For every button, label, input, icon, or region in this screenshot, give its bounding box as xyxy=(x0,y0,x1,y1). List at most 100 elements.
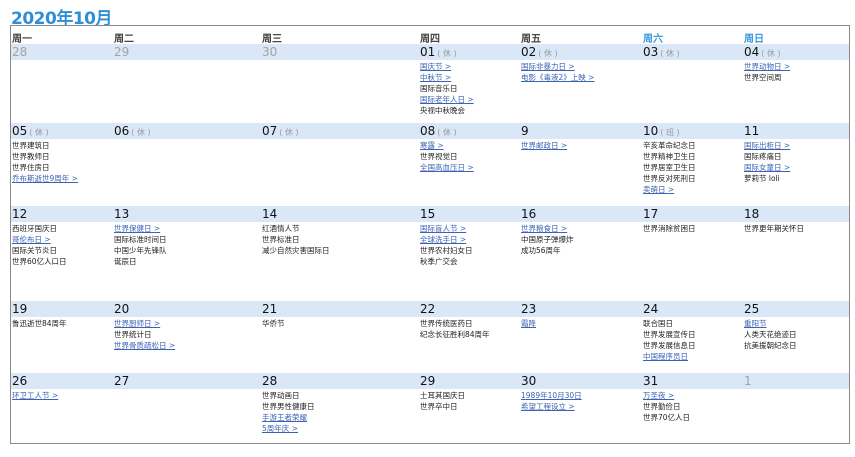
day-cell[interactable]: 13 世界保健日 > 国际标准时间日 中国少年先锋队 诞辰日 xyxy=(113,206,261,301)
day-number: 27 xyxy=(114,374,130,388)
day-cell[interactable]: 14 红酒情人节 世界标准日 减少自然灾害国际日 xyxy=(261,206,419,301)
day-cell[interactable]: 27 xyxy=(113,373,261,443)
event-link[interactable]: 1989年10月30日 xyxy=(521,390,642,401)
event-link[interactable]: 国际女童日 > xyxy=(744,162,849,173)
event-link[interactable]: 哥伦布日 > xyxy=(12,234,113,245)
event-link[interactable]: 霜降 xyxy=(521,318,642,329)
event-list: 华侨节 xyxy=(262,317,419,329)
day-cell[interactable]: 30 xyxy=(261,44,419,123)
day-cell[interactable]: 11 国际出柜日 > 国际疼痛日 国际女童日 > 萝莉节 loli xyxy=(743,123,849,206)
holiday-note: ( 休 ) xyxy=(29,128,49,137)
day-cell[interactable]: 12 西班牙国庆日 哥伦布日 > 国际关节炎日 世界60亿人口日 xyxy=(11,206,113,301)
event-link[interactable]: 卖萌日 > xyxy=(643,184,743,195)
day-cell[interactable]: 19 鲁迅逝世84周年 xyxy=(11,301,113,373)
event-list xyxy=(262,139,419,140)
day-number: 04 xyxy=(744,45,760,59)
event-text: 世界教师日 xyxy=(12,152,50,161)
event-link[interactable]: 国际老年人日 > xyxy=(420,94,520,105)
event-link[interactable]: 中秋节 > xyxy=(420,72,520,83)
day-cell[interactable]: 29 xyxy=(113,44,261,123)
event-link[interactable]: 手游王者荣耀 xyxy=(262,412,419,423)
day-header: 19 xyxy=(12,301,113,317)
day-header: 1 xyxy=(744,373,849,389)
event-text: 央视中秋晚会 xyxy=(420,106,465,115)
day-cell[interactable]: 26 环卫工人节 > xyxy=(11,373,113,443)
event-link[interactable]: 5周年庆 > xyxy=(262,423,419,434)
weekday-header: 周二 xyxy=(114,34,134,45)
day-cell[interactable]: 03( 休 ) xyxy=(642,44,743,123)
event-text: 世界建筑日 xyxy=(12,141,50,150)
day-header: 23 xyxy=(521,301,642,317)
event-list: 辛亥革命纪念日 世界精神卫生日 世界居室卫生日 世界反对死刑日 卖萌日 > xyxy=(643,139,743,195)
event-link[interactable]: 全国高血压日 > xyxy=(420,162,520,173)
event-link[interactable]: 世界动物日 > xyxy=(744,61,849,72)
day-number: 02 xyxy=(521,45,537,59)
day-cell[interactable]: 06( 休 ) xyxy=(113,123,261,206)
event-link[interactable]: 国际盲人节 > xyxy=(420,223,520,234)
day-cell[interactable]: 07( 休 ) xyxy=(261,123,419,206)
event-text: 萝莉节 loli xyxy=(744,174,780,183)
day-cell[interactable]: 08( 休 ) 寒露 > 世界视觉日 全国高血压日 > xyxy=(419,123,520,206)
event-link[interactable]: 国庆节 > xyxy=(420,61,520,72)
event-text: 世界卒中日 xyxy=(420,402,458,411)
event-link[interactable]: 寒露 > xyxy=(420,140,520,151)
event-link[interactable]: 世界邮政日 > xyxy=(521,140,642,151)
day-cell[interactable]: 23 霜降 xyxy=(520,301,642,373)
event-link[interactable]: 重阳节 xyxy=(744,318,849,329)
day-cell[interactable]: 16 世界粮食日 > 中国原子弹爆炸 成功56周年 xyxy=(520,206,642,301)
day-header: 06( 休 ) xyxy=(114,123,261,139)
day-cell[interactable]: 1 xyxy=(743,373,849,443)
event-text: 世界空间周 xyxy=(744,73,782,82)
weekday-header: 周三 xyxy=(262,34,282,45)
day-cell[interactable]: 31 万圣夜 > 世界勤俭日 世界70亿人日 xyxy=(642,373,743,443)
event-list: 世界厨师日 > 世界统计日 世界骨质疏松日 > xyxy=(114,317,261,351)
day-cell[interactable]: 02( 休 ) 国际非暴力日 > 电影《毒液2》上映 > xyxy=(520,44,642,123)
event-list: 世界粮食日 > 中国原子弹爆炸 成功56周年 xyxy=(521,222,642,256)
event-link[interactable]: 电影《毒液2》上映 > xyxy=(521,72,642,83)
day-cell[interactable]: 21 华侨节 xyxy=(261,301,419,373)
day-header: 01( 休 ) xyxy=(420,44,520,60)
event-text: 世界消除贫困日 xyxy=(643,224,696,233)
day-cell[interactable]: 17 世界消除贫困日 xyxy=(642,206,743,301)
day-cell[interactable]: 05( 休 ) 世界建筑日 世界教师日 世界住房日 乔布斯逝世9周年 > xyxy=(11,123,113,206)
event-text: 土耳其国庆日 xyxy=(420,391,465,400)
week-row: 26 环卫工人节 >27 28 世界动画日 世界男性健康日 手游王者荣耀 5周年庆 >29 土… xyxy=(11,373,849,443)
event-list: 世界建筑日 世界教师日 世界住房日 乔布斯逝世9周年 > xyxy=(12,139,113,184)
event-text: 世界动画日 xyxy=(262,391,300,400)
event-link[interactable]: 万圣夜 > xyxy=(643,390,743,401)
day-number: 13 xyxy=(114,207,130,221)
event-list: 世界更年期关怀日 xyxy=(744,222,849,234)
event-link[interactable]: 希望工程设立 > xyxy=(521,401,642,412)
week-row: 05( 休 ) 世界建筑日 世界教师日 世界住房日 乔布斯逝世9周年 >06( 休 ) 0… xyxy=(11,123,849,206)
event-list: 环卫工人节 > xyxy=(12,389,113,401)
event-link[interactable]: 国际非暴力日 > xyxy=(521,61,642,72)
day-cell[interactable]: 18 世界更年期关怀日 xyxy=(743,206,849,301)
day-number: 31 xyxy=(643,374,659,388)
event-link[interactable]: 国际出柜日 > xyxy=(744,140,849,151)
event-link[interactable]: 世界粮食日 > xyxy=(521,223,642,234)
event-link[interactable]: 中国程序员日 xyxy=(643,351,743,362)
event-text: 国际标准时间日 xyxy=(114,235,167,244)
day-cell[interactable]: 29 土耳其国庆日 世界卒中日 xyxy=(419,373,520,443)
day-cell[interactable]: 25 重阳节 人类天花绝迹日 抗美援朝纪念日 xyxy=(743,301,849,373)
day-number: 16 xyxy=(521,207,537,221)
day-number: 22 xyxy=(420,302,436,316)
event-link[interactable]: 乔布斯逝世9周年 > xyxy=(12,173,113,184)
day-cell[interactable]: 28 xyxy=(11,44,113,123)
day-cell[interactable]: 22 世界传统医药日 纪念长征胜利84周年 xyxy=(419,301,520,373)
day-cell[interactable]: 30 1989年10月30日 希望工程设立 > xyxy=(520,373,642,443)
day-cell[interactable]: 20 世界厨师日 > 世界统计日 世界骨质疏松日 > xyxy=(113,301,261,373)
day-cell[interactable]: 15 国际盲人节 > 全球洗手日 > 世界农村妇女日 秋季广交会 xyxy=(419,206,520,301)
event-link[interactable]: 世界厨师日 > xyxy=(114,318,261,329)
day-cell[interactable]: 10( 班 ) 辛亥革命纪念日 世界精神卫生日 世界居室卫生日 世界反对死刑日 卖萌日 > xyxy=(642,123,743,206)
event-link[interactable]: 世界保健日 > xyxy=(114,223,261,234)
day-header: 10( 班 ) xyxy=(643,123,743,139)
event-link[interactable]: 全球洗手日 > xyxy=(420,234,520,245)
day-cell[interactable]: 24 联合国日 世界发展宣传日 世界发展信息日 中国程序员日 xyxy=(642,301,743,373)
day-cell[interactable]: 01( 休 ) 国庆节 > 中秋节 > 国际音乐日 国际老年人日 > 央视中秋晚会 xyxy=(419,44,520,123)
day-cell[interactable]: 04( 休 ) 世界动物日 > 世界空间周 xyxy=(743,44,849,123)
event-link[interactable]: 世界骨质疏松日 > xyxy=(114,340,261,351)
event-link[interactable]: 环卫工人节 > xyxy=(12,390,113,401)
day-cell[interactable]: 9 世界邮政日 > xyxy=(520,123,642,206)
day-cell[interactable]: 28 世界动画日 世界男性健康日 手游王者荣耀 5周年庆 > xyxy=(261,373,419,443)
